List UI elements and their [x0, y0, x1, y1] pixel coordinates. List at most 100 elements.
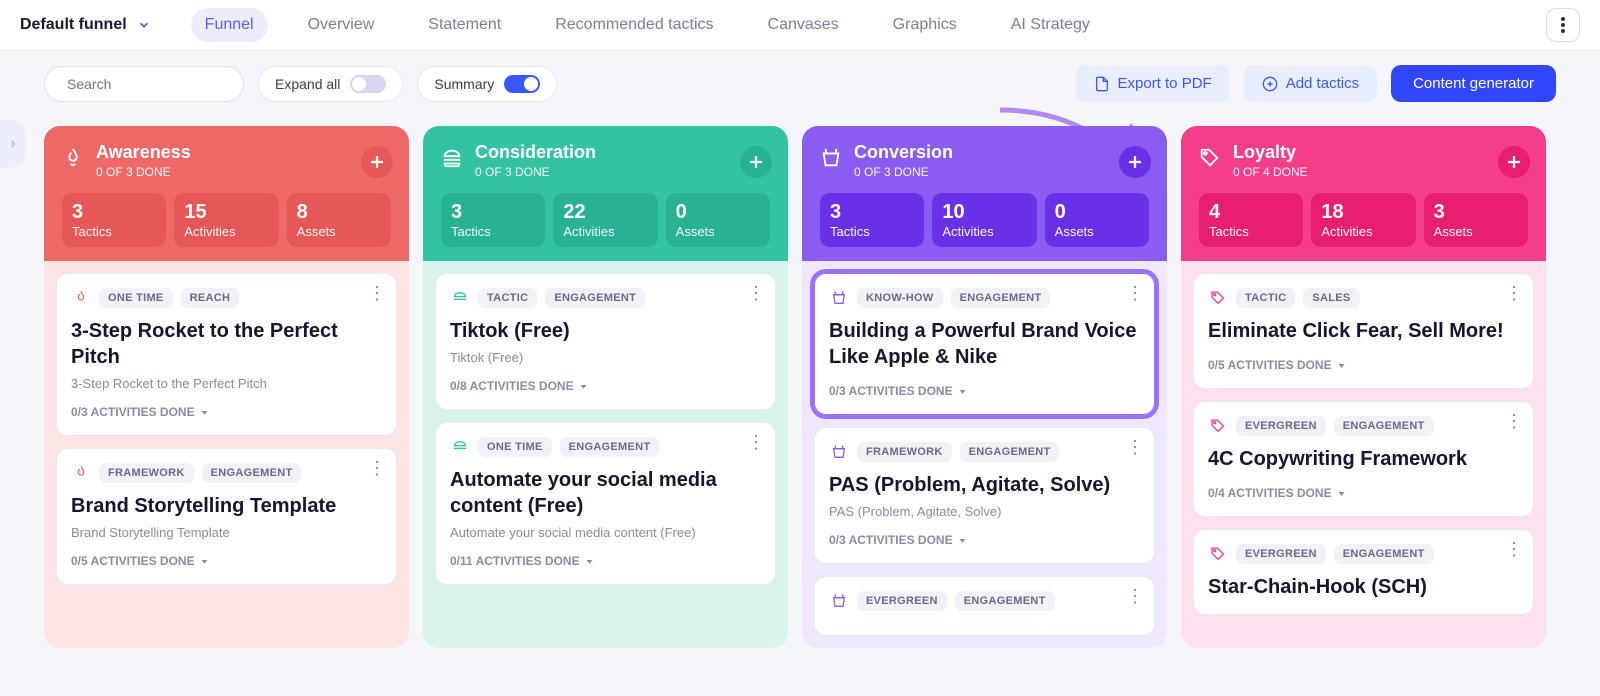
tab-recommended[interactable]: Recommended tactics — [541, 8, 727, 42]
stat-label: Assets — [676, 224, 760, 239]
add-card-button[interactable] — [1498, 146, 1530, 178]
add-card-button[interactable] — [361, 146, 393, 178]
tactic-card[interactable]: ONE TIMEREACH ⋮ 3-Step Rocket to the Per… — [56, 273, 397, 436]
tactic-card[interactable]: EVERGREENENGAGEMENT ⋮ — [814, 576, 1155, 636]
card-category-icon — [829, 593, 849, 609]
stat-label: Tactics — [72, 224, 156, 239]
tab-overview[interactable]: Overview — [294, 8, 389, 42]
chevron-down-icon — [1337, 361, 1346, 370]
tab-statement[interactable]: Statement — [414, 8, 515, 42]
more-menu[interactable] — [1546, 8, 1580, 42]
plus-icon — [1126, 153, 1144, 171]
card-tag: ONE TIME — [478, 437, 552, 457]
column-progress: 0 OF 3 DONE — [96, 165, 191, 179]
tactic-card[interactable]: FRAMEWORKENGAGEMENT ⋮ Brand Storytelling… — [56, 448, 397, 585]
tactic-card[interactable]: KNOW-HOWENGAGEMENT ⋮ Building a Powerful… — [814, 273, 1155, 415]
card-title: Tiktok (Free) — [450, 318, 761, 344]
card-activities-toggle[interactable]: 0/4 ACTIVITIES DONE — [1208, 486, 1346, 500]
card-category-icon — [1208, 290, 1228, 306]
card-tag: ONE TIME — [99, 288, 173, 308]
tactic-card[interactable]: EVERGREENENGAGEMENT ⋮ 4C Copywriting Fra… — [1193, 401, 1534, 517]
stat-label: Assets — [297, 224, 381, 239]
card-tag: ENGAGEMENT — [951, 288, 1051, 308]
stat-box: 0Assets — [1045, 193, 1149, 247]
add-card-button[interactable] — [740, 146, 772, 178]
column-icon — [441, 147, 463, 174]
card-menu-button[interactable]: ⋮ — [747, 288, 765, 299]
content-generator-button[interactable]: Content generator — [1391, 65, 1556, 102]
card-menu-button[interactable]: ⋮ — [368, 463, 386, 474]
search-input[interactable] — [67, 76, 248, 92]
card-title: PAS (Problem, Agitate, Solve) — [829, 472, 1140, 498]
tactic-card[interactable]: TACTICSALES ⋮ Eliminate Click Fear, Sell… — [1193, 273, 1534, 389]
tab-graphics[interactable]: Graphics — [879, 8, 971, 42]
expand-all-toggle[interactable]: Expand all — [258, 66, 403, 102]
card-tag: FRAMEWORK — [857, 442, 952, 462]
card-menu-button[interactable]: ⋮ — [1505, 416, 1523, 427]
search-box[interactable] — [44, 66, 244, 102]
card-category-icon — [71, 290, 91, 306]
card-title: Brand Storytelling Template — [71, 493, 382, 519]
card-title: Building a Powerful Brand Voice Like App… — [829, 318, 1140, 370]
card-tag: TACTIC — [1236, 288, 1295, 308]
card-tags-row: TACTICENGAGEMENT — [450, 288, 761, 308]
tactic-card[interactable]: TACTICENGAGEMENT ⋮ Tiktok (Free) Tiktok … — [435, 273, 776, 410]
card-menu-button[interactable]: ⋮ — [1126, 442, 1144, 453]
add-card-button[interactable] — [1119, 146, 1151, 178]
stat-label: Activities — [563, 224, 647, 239]
column-lo: Loyalty 0 OF 4 DONE 4Tactics18Activities… — [1181, 126, 1546, 648]
summary-toggle[interactable]: Summary — [417, 66, 557, 102]
column-body: ONE TIMEREACH ⋮ 3-Step Rocket to the Per… — [44, 261, 409, 597]
card-tag: EVERGREEN — [857, 591, 947, 611]
card-activities-toggle[interactable]: 0/5 ACTIVITIES DONE — [1208, 358, 1346, 372]
card-tag: ENGAGEMENT — [202, 463, 302, 483]
tab-ai-strategy[interactable]: AI Strategy — [997, 8, 1104, 42]
chevron-down-icon — [958, 536, 967, 545]
column-progress: 0 OF 3 DONE — [475, 165, 596, 179]
stat-number: 3 — [451, 201, 535, 224]
card-activities-toggle[interactable]: 0/11 ACTIVITIES DONE — [450, 554, 594, 568]
card-activities-toggle[interactable]: 0/3 ACTIVITIES DONE — [829, 533, 967, 547]
card-menu-button[interactable]: ⋮ — [747, 437, 765, 448]
stat-number: 0 — [1055, 201, 1139, 224]
stat-box: 10Activities — [932, 193, 1036, 247]
tab-funnel[interactable]: Funnel — [191, 8, 268, 42]
stat-label: Tactics — [830, 224, 914, 239]
card-tags-row: TACTICSALES — [1208, 288, 1519, 308]
chevron-down-icon — [958, 387, 967, 396]
tactic-card[interactable]: EVERGREENENGAGEMENT ⋮ Star-Chain-Hook (S… — [1193, 529, 1534, 615]
stat-box: 18Activities — [1311, 193, 1415, 247]
card-tag: EVERGREEN — [1236, 544, 1326, 564]
card-tags-row: KNOW-HOWENGAGEMENT — [829, 288, 1140, 308]
card-menu-button[interactable]: ⋮ — [1505, 544, 1523, 555]
stat-label: Assets — [1434, 224, 1518, 239]
card-menu-button[interactable]: ⋮ — [1126, 591, 1144, 602]
stat-number: 3 — [1434, 201, 1518, 224]
card-activities-toggle[interactable]: 0/3 ACTIVITIES DONE — [829, 384, 967, 398]
card-activities-toggle[interactable]: 0/5 ACTIVITIES DONE — [71, 554, 209, 568]
card-activities-toggle[interactable]: 0/3 ACTIVITIES DONE — [71, 405, 209, 419]
tactic-card[interactable]: ONE TIMEENGAGEMENT ⋮ Automate your socia… — [435, 422, 776, 585]
expand-all-switch[interactable] — [350, 75, 386, 93]
export-pdf-button[interactable]: Export to PDF — [1076, 65, 1230, 102]
plus-icon — [368, 153, 386, 171]
chevron-down-icon — [579, 382, 588, 391]
card-menu-button[interactable]: ⋮ — [1126, 288, 1144, 299]
funnel-selector[interactable]: Default funnel — [20, 16, 151, 34]
tab-canvases[interactable]: Canvases — [754, 8, 853, 42]
card-category-icon — [829, 290, 849, 306]
stat-label: Tactics — [1209, 224, 1293, 239]
card-menu-button[interactable]: ⋮ — [1505, 288, 1523, 299]
stat-number: 22 — [563, 201, 647, 224]
side-expand-handle[interactable] — [0, 120, 26, 168]
add-tactics-button[interactable]: Add tactics — [1244, 65, 1377, 102]
funnel-label: Default funnel — [20, 16, 127, 34]
tactic-card[interactable]: FRAMEWORKENGAGEMENT ⋮ PAS (Problem, Agit… — [814, 427, 1155, 564]
card-menu-button[interactable]: ⋮ — [368, 288, 386, 299]
export-icon — [1094, 76, 1110, 92]
column-co: Consideration 0 OF 3 DONE 3Tactics22Acti… — [423, 126, 788, 648]
card-activities-toggle[interactable]: 0/8 ACTIVITIES DONE — [450, 379, 588, 393]
column-title: Loyalty — [1233, 142, 1308, 163]
summary-switch[interactable] — [504, 75, 540, 93]
card-title: Eliminate Click Fear, Sell More! — [1208, 318, 1519, 344]
